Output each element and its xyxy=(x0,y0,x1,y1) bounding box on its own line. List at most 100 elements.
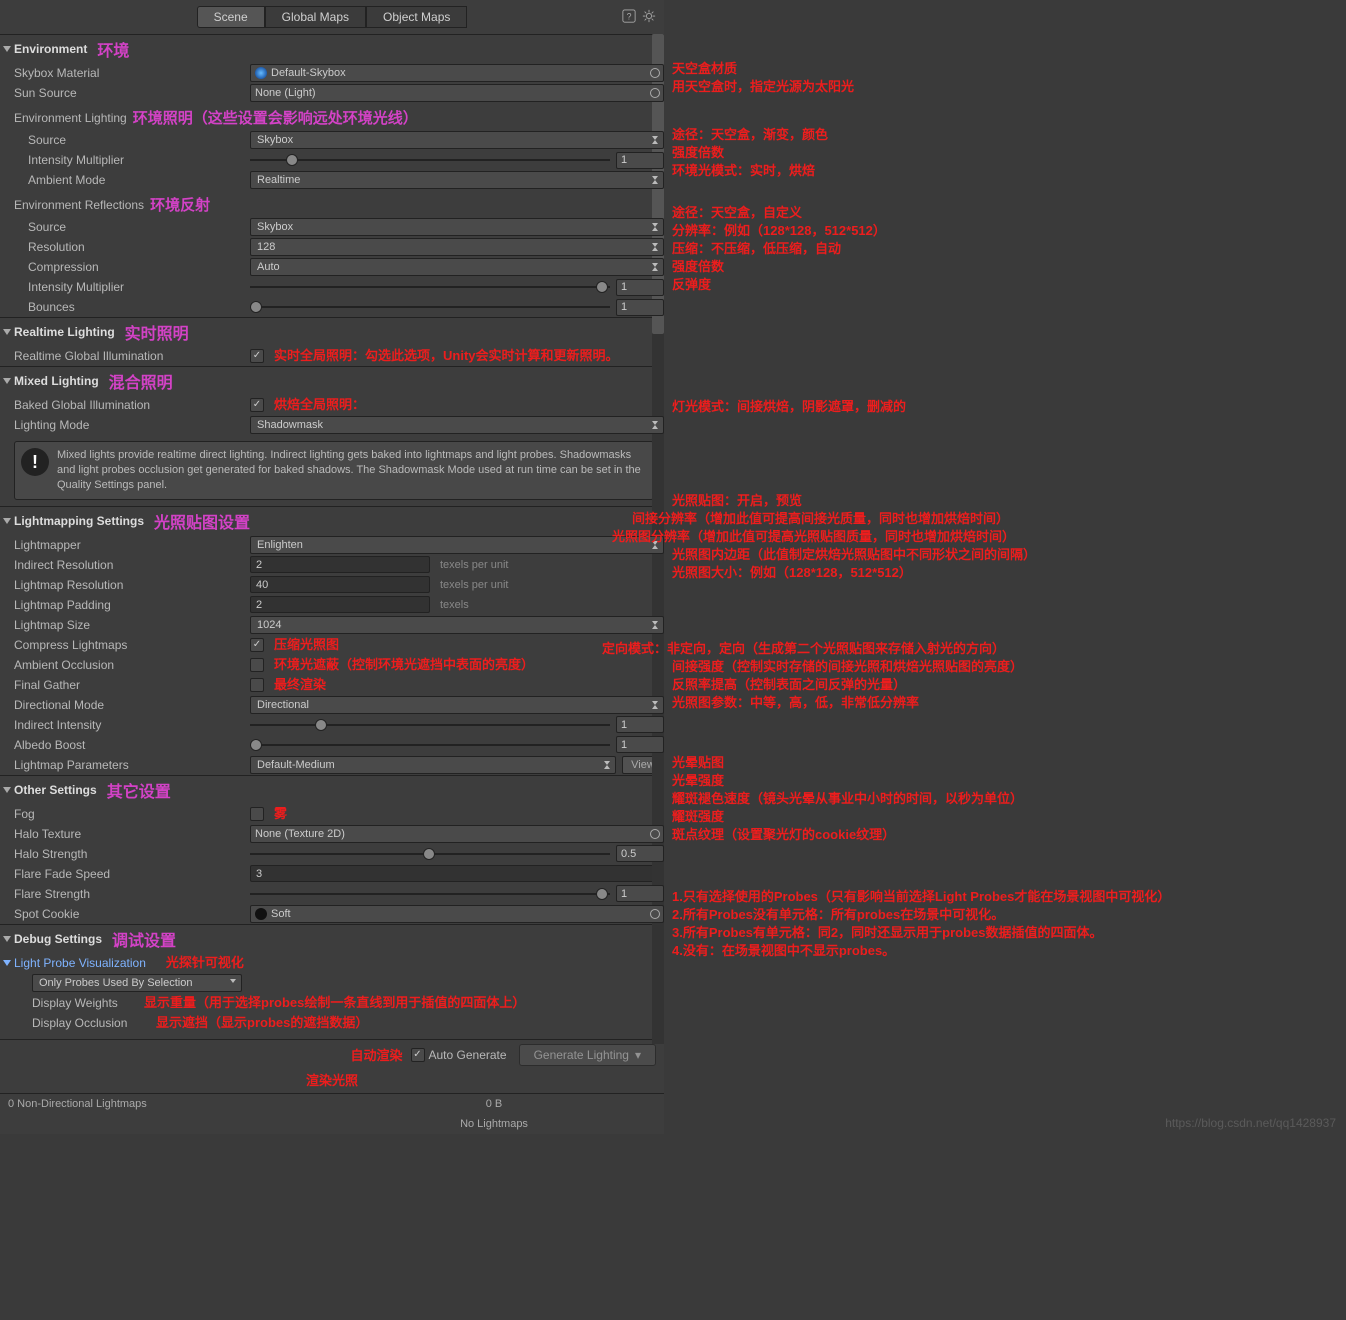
label-flare-fade: Flare Fade Speed xyxy=(14,865,250,883)
object-picker-icon[interactable] xyxy=(650,88,660,98)
label-lightmap-parameters: Lightmap Parameters xyxy=(14,756,250,774)
annotation: 自动渲染 xyxy=(350,1048,402,1063)
annotation: 其它设置 xyxy=(107,778,171,802)
object-picker-icon[interactable] xyxy=(650,909,660,919)
subheader-env-reflections: Environment Reflections环境反射 xyxy=(0,190,664,217)
section-title: Debug Settings xyxy=(14,932,102,946)
tab-object-maps[interactable]: Object Maps xyxy=(366,6,467,28)
slider-env-intensity[interactable]: 1 xyxy=(250,151,664,169)
slider-indirect-intensity[interactable]: 1 xyxy=(250,716,664,734)
dropdown-refl-compression[interactable]: Auto xyxy=(250,258,664,276)
status-size: 0 B xyxy=(332,1098,656,1110)
svg-text:?: ? xyxy=(627,11,632,21)
object-picker-icon[interactable] xyxy=(650,829,660,839)
field-spot-cookie[interactable]: Soft xyxy=(250,905,664,923)
label-skybox-material: Skybox Material xyxy=(14,64,250,82)
generate-lighting-button[interactable]: Generate Lighting▾ xyxy=(519,1044,656,1066)
field-halo-texture[interactable]: None (Texture 2D) xyxy=(250,825,664,843)
label-realtime-gi: Realtime Global Illumination xyxy=(14,347,250,365)
object-picker-icon[interactable] xyxy=(650,68,660,78)
slider-albedo-boost[interactable]: 1 xyxy=(250,736,664,754)
section-mixed-lighting[interactable]: Mixed Lighting 混合照明 xyxy=(0,366,664,395)
tab-global-maps[interactable]: Global Maps xyxy=(265,6,366,28)
settings-gear-icon[interactable] xyxy=(642,9,656,26)
dropdown-directional-mode[interactable]: Directional xyxy=(250,696,664,714)
numbox[interactable]: 1 xyxy=(616,299,664,316)
material-icon xyxy=(255,67,267,79)
annotation: 显示重量（用于选择probes绘制一条直线到用于插值的四面体上） xyxy=(144,994,525,1012)
dropdown-env-light-source[interactable]: Skybox xyxy=(250,131,664,149)
label-bounces: Bounces xyxy=(14,298,250,316)
checkbox-compress-lightmaps[interactable] xyxy=(250,638,264,652)
annotation: 实时全局照明：勾选此选项，Unity会实时计算和更新照明。 xyxy=(274,347,619,365)
dropdown-lightmapper[interactable]: Enlighten xyxy=(250,536,664,554)
numbox[interactable]: 1 xyxy=(616,279,664,296)
numbox[interactable]: 1 xyxy=(616,716,664,733)
field-lightmap-resolution[interactable]: 40 xyxy=(250,576,430,593)
field-flare-fade[interactable]: 3 xyxy=(250,865,664,882)
slider-flare-strength[interactable]: 1 xyxy=(250,885,664,903)
field-lightmap-padding[interactable]: 2 xyxy=(250,596,430,613)
slider-bounces[interactable]: 1 xyxy=(250,298,664,316)
slider-refl-intensity[interactable]: 1 xyxy=(250,278,664,296)
help-icon[interactable]: ? xyxy=(622,9,636,26)
checkbox-baked-gi[interactable] xyxy=(250,398,264,412)
label-albedo-boost: Albedo Boost xyxy=(14,736,250,754)
footer-bar: 自动渲染 Auto Generate Generate Lighting▾ xyxy=(0,1039,664,1070)
dropdown-ambient-mode[interactable]: Realtime xyxy=(250,171,664,189)
foldout-icon xyxy=(3,46,11,52)
numbox[interactable]: 1 xyxy=(616,885,664,902)
link-light-probe-visualization[interactable]: Light Probe Visualization xyxy=(14,954,146,972)
label-fog: Fog xyxy=(14,805,250,823)
dropdown-lighting-mode[interactable]: Shadowmask xyxy=(250,416,664,434)
value: Default-Skybox xyxy=(271,64,346,82)
annotation: 烘焙全局照明： xyxy=(274,396,365,414)
label-sun-source: Sun Source xyxy=(14,84,250,102)
annotation: 光探针可视化 xyxy=(166,954,244,972)
section-environment[interactable]: Environment 环境 xyxy=(0,34,664,63)
foldout-icon xyxy=(3,329,11,335)
section-title: Realtime Lighting xyxy=(14,325,115,339)
section-debug-settings[interactable]: Debug Settings 调试设置 xyxy=(0,924,664,953)
checkbox-fog[interactable] xyxy=(250,807,264,821)
dropdown-lightmap-size[interactable]: 1024 xyxy=(250,616,664,634)
foldout-icon xyxy=(3,787,11,793)
slider-halo-strength[interactable]: 0.5 xyxy=(250,845,664,863)
annotation: 最终渲染 xyxy=(274,676,326,694)
section-realtime-lighting[interactable]: Realtime Lighting 实时照明 xyxy=(0,317,664,346)
section-other-settings[interactable]: Other Settings 其它设置 xyxy=(0,775,664,804)
label-refl-resolution: Resolution xyxy=(14,238,250,256)
field-sun-source[interactable]: None (Light) xyxy=(250,84,664,102)
unit: texels xyxy=(440,596,469,614)
annotation: 调试设置 xyxy=(112,927,176,951)
field-indirect-resolution[interactable]: 2 xyxy=(250,556,430,573)
unit: texels per unit xyxy=(440,576,508,594)
numbox[interactable]: 0.5 xyxy=(616,845,664,862)
label-halo-texture: Halo Texture xyxy=(14,825,250,843)
checkbox-final-gather[interactable] xyxy=(250,678,264,692)
checkbox-auto-generate[interactable] xyxy=(411,1048,425,1062)
dropdown-refl-resolution[interactable]: 128 xyxy=(250,238,664,256)
tab-scene[interactable]: Scene xyxy=(197,6,265,28)
foldout-icon xyxy=(3,518,11,524)
checkbox-ambient-occlusion[interactable] xyxy=(250,658,264,672)
numbox[interactable]: 1 xyxy=(616,736,664,753)
foldout-icon[interactable] xyxy=(3,960,11,966)
value: Soft xyxy=(271,905,291,923)
numbox[interactable]: 1 xyxy=(616,152,664,169)
dropdown-refl-source[interactable]: Skybox xyxy=(250,218,664,236)
field-skybox-material[interactable]: Default-Skybox xyxy=(250,64,664,82)
label-flare-strength: Flare Strength xyxy=(14,885,250,903)
tab-bar: Scene Global Maps Object Maps ? xyxy=(0,0,664,34)
section-lightmapping[interactable]: Lightmapping Settings 光照贴图设置 xyxy=(0,506,664,535)
label-indirect-resolution: Indirect Resolution xyxy=(14,556,250,574)
dropdown-lpv[interactable]: Only Probes Used By Selection xyxy=(32,974,242,992)
label-directional-mode: Directional Mode xyxy=(14,696,250,714)
label-refl-intensity: Intensity Multiplier xyxy=(14,278,250,296)
checkbox-realtime-gi[interactable] xyxy=(250,349,264,363)
status-no-lightmaps: No Lightmaps xyxy=(332,1118,656,1130)
section-title: Mixed Lighting xyxy=(14,374,99,388)
label-baked-gi: Baked Global Illumination xyxy=(14,396,250,414)
dropdown-lightmap-parameters[interactable]: Default-Medium xyxy=(250,756,616,774)
value: None (Light) xyxy=(255,84,316,102)
